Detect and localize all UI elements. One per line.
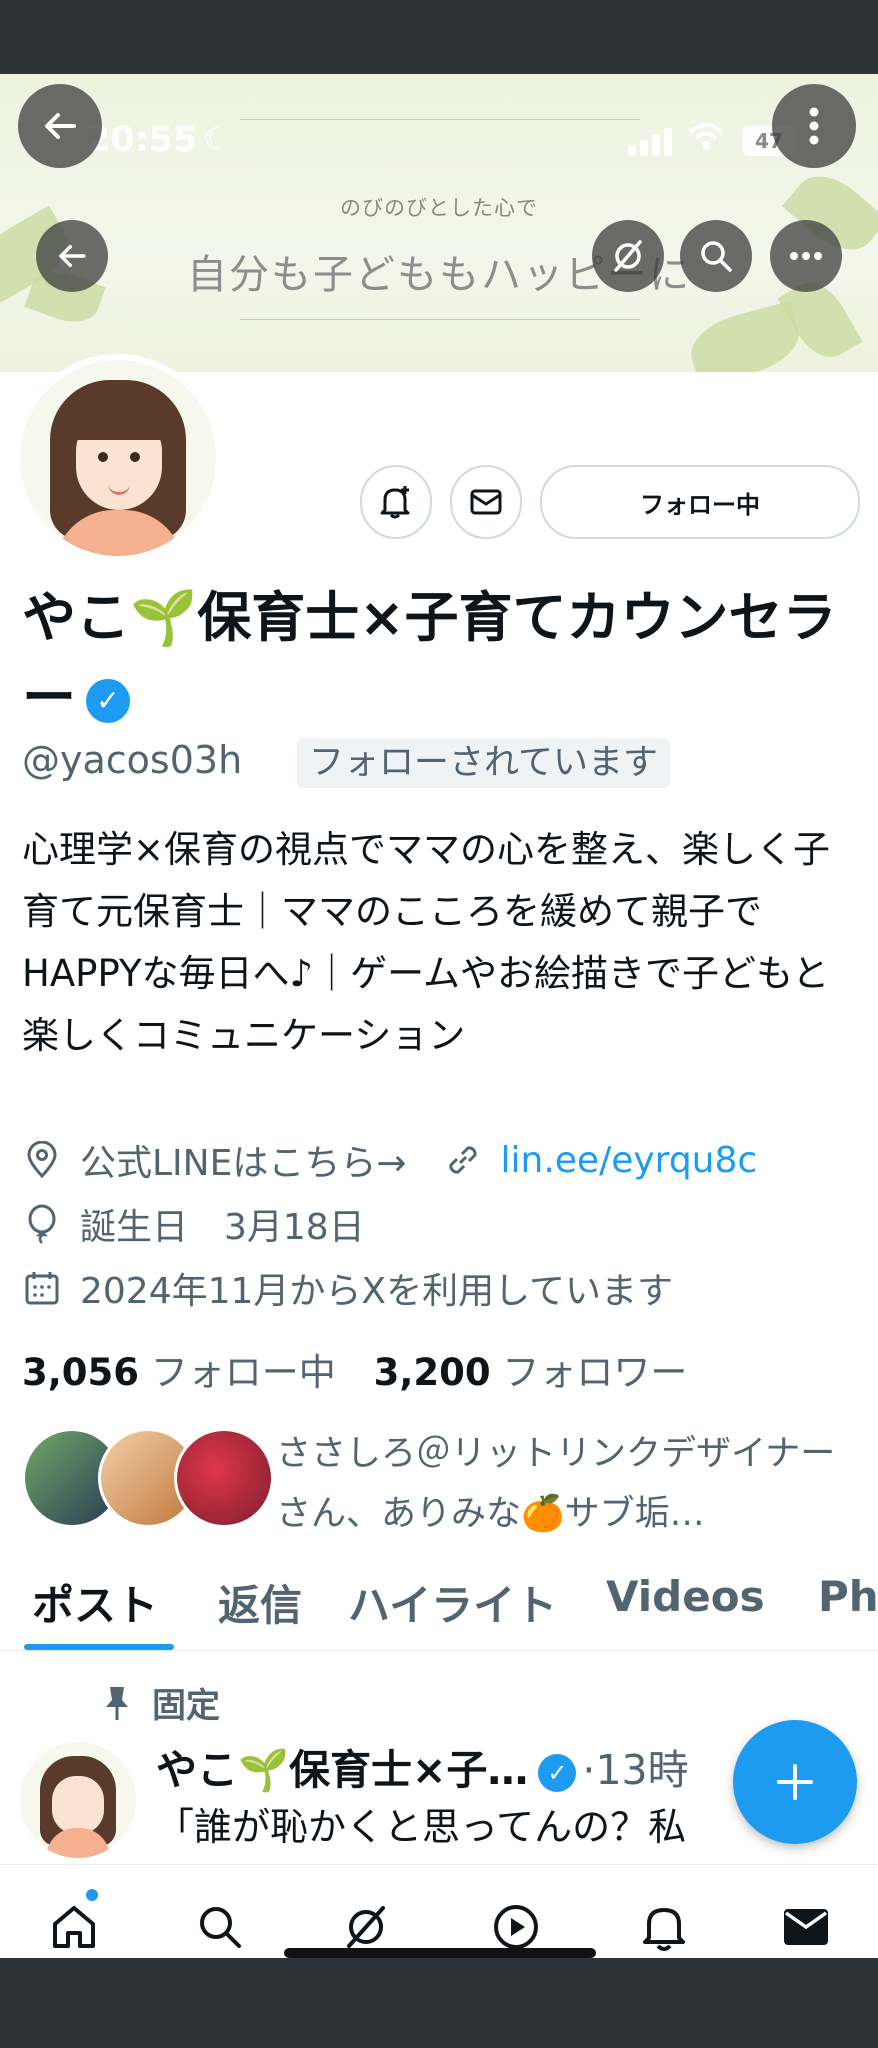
moon-icon: ☾	[203, 122, 230, 157]
signal-icon	[628, 128, 676, 156]
pin-icon	[106, 1686, 128, 1720]
grok-icon	[347, 1906, 385, 1948]
meta-row-location: 公式LINEはこちら→ lin.ee/eyrqu8c	[22, 1134, 757, 1186]
bottom-nav	[0, 1864, 878, 1958]
display-name: やこ🌱保育士×子育てカウンセラー	[22, 586, 837, 729]
joined-text: 2024年11月からXを利用しています	[80, 1271, 674, 1312]
post-time: ·13時	[582, 1746, 689, 1794]
tab-photos[interactable]: Ph	[818, 1572, 878, 1621]
nav-notifications[interactable]	[634, 1897, 694, 1957]
verified-badge-icon[interactable]: ✓	[86, 679, 130, 724]
status-time: 20:55	[86, 120, 198, 160]
follows-you-badge: フォローされています	[297, 738, 670, 788]
balloon-icon	[22, 1204, 62, 1244]
plus-icon	[777, 1764, 813, 1800]
search-button[interactable]	[680, 220, 752, 292]
meta-row-joined: 2024年11月からXを利用しています	[22, 1262, 673, 1314]
profile-handle: @yacos03h	[22, 738, 243, 782]
followers-count: 3,200	[373, 1351, 491, 1394]
follow-stats: 3,056 フォロー中 3,200 フォロワー	[22, 1342, 687, 1396]
profile-name: やこ🌱保育士×子育てカウンセラー ✓	[22, 578, 862, 738]
play-circle-icon	[494, 1905, 538, 1949]
nav-messages[interactable]	[776, 1897, 836, 1957]
post-header: やこ🌱保育士×子… ✓ ·13時	[156, 1736, 689, 1796]
link-icon	[443, 1140, 483, 1180]
arrow-left-icon	[59, 244, 86, 268]
post-avatar[interactable]	[20, 1742, 136, 1858]
profile-avatar[interactable]	[14, 354, 222, 562]
nav-search[interactable]	[190, 1897, 250, 1957]
verified-badge-icon: ✓	[538, 1754, 577, 1792]
birthday-text: 誕生日 3月18日	[80, 1207, 365, 1248]
search-icon	[701, 241, 732, 272]
following-button[interactable]: フォロー中	[540, 465, 860, 539]
banner-divider	[240, 319, 640, 320]
post-author[interactable]: やこ🌱保育士×子…	[156, 1746, 528, 1794]
tab-replies[interactable]: 返信	[218, 1572, 302, 1633]
search-icon	[200, 1907, 241, 1948]
calendar-icon	[22, 1268, 62, 1308]
profile-link[interactable]: lin.ee/eyrqu8c	[501, 1140, 758, 1181]
outer-more-button[interactable]	[772, 84, 856, 168]
mail-icon	[784, 1909, 828, 1945]
notify-button[interactable]	[360, 465, 432, 539]
home-notification-dot	[86, 1889, 98, 1901]
profile-tabs: ポスト 返信 ハイライト Videos Ph	[0, 1564, 878, 1651]
status-bar: 20:55 ☾ 47	[0, 114, 878, 174]
mail-icon	[470, 489, 502, 515]
back-button[interactable]	[36, 220, 108, 292]
more-vertical-icon	[809, 107, 819, 145]
followers-label: フォロワー	[502, 1351, 688, 1394]
nav-home[interactable]	[44, 1897, 104, 1957]
known-followers-text[interactable]: ささしろ＠リットリンクデザイナーさん、ありみな🍊サブ垢…	[276, 1424, 856, 1544]
banner-subtitle: のびのびとした心で	[340, 196, 538, 220]
wifi-icon	[688, 120, 724, 161]
outer-back-button[interactable]	[18, 84, 102, 168]
follower-avatar	[174, 1428, 274, 1528]
location-text: 公式LINEはこちら→	[80, 1143, 407, 1184]
profile-bio: 心理学×保育の視点でママの心を整え、楽しく子育て元保育士｜ママのこころを緩めて親…	[22, 828, 831, 1057]
bell-icon	[643, 1908, 685, 1951]
profile-screen: のびのびとした心で 自分も子どももハッピーに 20:55 ☾ 47 フォロー中 …	[0, 74, 878, 1958]
more-button[interactable]	[770, 220, 842, 292]
tab-videos[interactable]: Videos	[606, 1572, 765, 1621]
active-tab-indicator	[24, 1644, 174, 1650]
more-horizontal-icon	[790, 252, 822, 260]
message-button[interactable]	[450, 465, 522, 539]
bell-plus-icon	[380, 486, 410, 519]
followers-stat[interactable]: 3,200 フォロワー	[374, 1351, 688, 1394]
tab-highlights[interactable]: ハイライト	[348, 1572, 557, 1633]
tab-posts[interactable]: ポスト	[32, 1572, 158, 1633]
following-count: 3,056	[22, 1351, 140, 1394]
grok-button[interactable]	[592, 220, 664, 292]
arrow-left-icon	[45, 113, 76, 139]
pinned-label: 固定	[152, 1686, 220, 1726]
home-indicator	[284, 1948, 596, 1958]
post-text[interactable]: 「誰が恥かくと思ってんの？私	[156, 1796, 686, 1851]
home-icon	[53, 1906, 95, 1948]
grok-icon	[614, 240, 642, 272]
meta-row-birthday: 誕生日 3月18日	[22, 1198, 365, 1250]
location-icon	[22, 1140, 62, 1180]
avatar-image	[20, 360, 216, 556]
pinned-indicator: 固定	[100, 1678, 220, 1727]
following-label: フォロー中	[150, 1351, 336, 1394]
following-stat[interactable]: 3,056 フォロー中	[22, 1351, 336, 1394]
compose-button[interactable]	[733, 1720, 857, 1844]
